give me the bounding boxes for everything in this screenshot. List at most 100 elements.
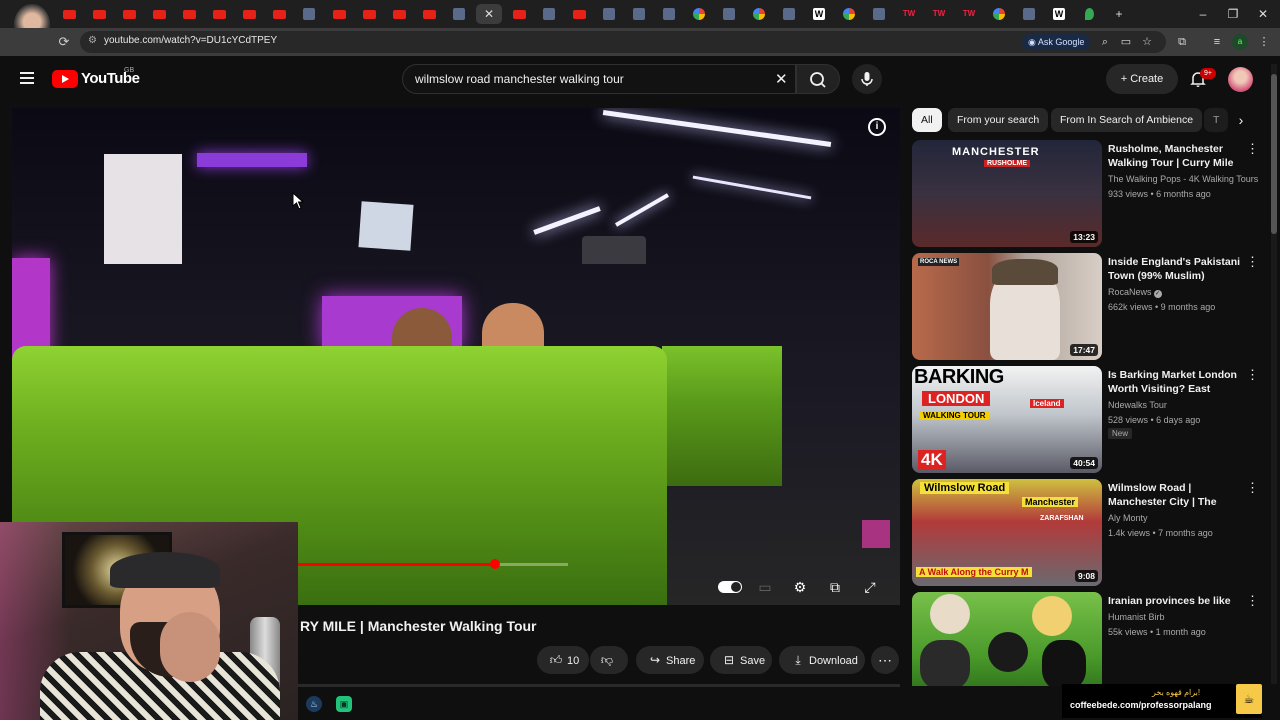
browser-tab[interactable]: [116, 4, 142, 24]
save-button[interactable]: ⊟ Save: [710, 646, 772, 674]
browser-tab[interactable]: TW: [896, 4, 922, 24]
browser-tab[interactable]: [326, 4, 352, 24]
more-vertical-icon[interactable]: ⋮: [1246, 368, 1259, 381]
reload-icon[interactable]: ⟳: [54, 32, 74, 52]
chip-all[interactable]: All: [912, 108, 942, 132]
create-button[interactable]: + Create: [1106, 64, 1178, 94]
recommendation-item[interactable]: Wilmslow Road Manchester ZARAFSHAN A Wal…: [912, 479, 1259, 587]
browser-tab[interactable]: [596, 4, 622, 24]
browser-tab[interactable]: [746, 4, 772, 24]
browser-tab[interactable]: [776, 4, 802, 24]
recommendation-title[interactable]: Is Barking Market London Worth Visiting?…: [1108, 368, 1242, 396]
video-thumbnail[interactable]: MANCHESTER RUSHOLME 13:23: [912, 140, 1102, 247]
recommendation-channel[interactable]: Humanist Birb: [1108, 612, 1258, 622]
account-avatar[interactable]: [1228, 67, 1253, 92]
settings-gear-icon[interactable]: ⚙: [788, 576, 812, 598]
fullscreen-icon[interactable]: ⤢: [858, 576, 882, 598]
voice-search-button[interactable]: [852, 64, 882, 94]
recommendation-title[interactable]: Iranian provinces be like: [1108, 594, 1242, 608]
dislike-button[interactable]: 👎︎: [590, 646, 628, 674]
browser-tab[interactable]: [176, 4, 202, 24]
browser-tab[interactable]: [56, 4, 82, 24]
search-button[interactable]: [796, 64, 840, 94]
autoplay-toggle[interactable]: [718, 581, 742, 593]
video-thumbnail[interactable]: Wilmslow Road Manchester ZARAFSHAN A Wal…: [912, 479, 1102, 586]
browser-tab[interactable]: [626, 4, 652, 24]
browser-tab[interactable]: [1016, 4, 1042, 24]
browser-tab[interactable]: [356, 4, 382, 24]
browser-tab[interactable]: [716, 4, 742, 24]
recommendation-item[interactable]: MANCHESTER RUSHOLME 13:23 Rusholme, Manc…: [912, 140, 1259, 248]
browser-tab[interactable]: [296, 4, 322, 24]
browser-tab[interactable]: [146, 4, 172, 24]
recommendation-title[interactable]: Wilmslow Road | Manchester City | The Cu…: [1108, 481, 1242, 509]
minimize-icon[interactable]: –: [1192, 4, 1214, 24]
browser-tab[interactable]: [986, 4, 1012, 24]
progress-bar[interactable]: [298, 559, 568, 569]
browser-tab[interactable]: [836, 4, 862, 24]
chevron-right-icon[interactable]: ›: [1232, 110, 1250, 130]
subtitles-icon[interactable]: ▭: [753, 576, 777, 598]
browser-tab[interactable]: [86, 4, 112, 24]
close-window-icon[interactable]: ✕: [1252, 4, 1274, 24]
browser-tab[interactable]: [566, 4, 592, 24]
share-button[interactable]: ↪ Share: [636, 646, 704, 674]
recommendation-title[interactable]: Inside England's Pakistani Town (99% Mus…: [1108, 255, 1242, 283]
profile-icon[interactable]: a: [1232, 34, 1248, 50]
recommendation-channel[interactable]: RocaNews ✓: [1108, 287, 1258, 298]
video-thumbnail[interactable]: [912, 592, 1102, 686]
browser-tab[interactable]: [206, 4, 232, 24]
video-thumbnail[interactable]: BARKING LONDON WALKING TOUR Iceland 4K 4…: [912, 366, 1102, 473]
browser-tab[interactable]: [656, 4, 682, 24]
browser-tab[interactable]: [236, 4, 262, 24]
more-actions-button[interactable]: ⋯: [871, 646, 899, 674]
more-vertical-icon[interactable]: ⋮: [1246, 594, 1258, 607]
browser-tab[interactable]: [266, 4, 292, 24]
restore-icon[interactable]: ❐: [1222, 4, 1244, 24]
recommendation-item[interactable]: BARKING LONDON WALKING TOUR Iceland 4K 4…: [912, 366, 1259, 474]
chip-from-your-search[interactable]: From your search: [948, 108, 1049, 132]
browser-tab[interactable]: [866, 4, 892, 24]
extensions-icon[interactable]: ⧉: [1174, 34, 1190, 50]
chip-from-channel[interactable]: From In Search of Ambience: [1051, 108, 1203, 132]
more-vertical-icon[interactable]: ⋮: [1246, 255, 1259, 268]
recommendation-channel[interactable]: Aly Monty: [1108, 513, 1258, 523]
like-button[interactable]: 👍︎ 10: [537, 646, 589, 674]
cast-icon[interactable]: ▭: [1118, 34, 1134, 50]
recommendation-channel[interactable]: Ndewalks Tour: [1108, 400, 1258, 410]
subscribe-watermark[interactable]: [862, 520, 890, 548]
browser-tab[interactable]: W: [1046, 4, 1072, 24]
browser-menu-icon[interactable]: ⋮: [1256, 34, 1272, 50]
browser-tab[interactable]: W: [806, 4, 832, 24]
browser-tab[interactable]: [386, 4, 412, 24]
youtube-logo-icon[interactable]: [52, 70, 78, 88]
new-tab-button[interactable]: +: [1108, 4, 1130, 24]
search-input[interactable]: wilmslow road manchester walking tour ✕: [402, 64, 796, 94]
browser-tab[interactable]: [446, 4, 472, 24]
guide-menu-button[interactable]: [16, 69, 38, 91]
scrollbar-thumb[interactable]: [1271, 74, 1277, 234]
more-vertical-icon[interactable]: ⋮: [1246, 142, 1259, 155]
steam-icon[interactable]: ♨: [306, 696, 322, 712]
browser-tab[interactable]: TW: [926, 4, 952, 24]
browser-tab[interactable]: ✕: [476, 4, 502, 24]
zoom-icon[interactable]: ⌕: [1097, 34, 1113, 50]
media-controls-icon[interactable]: ≡: [1209, 34, 1225, 50]
site-info-icon[interactable]: ⚙: [88, 35, 97, 46]
recommendation-item[interactable]: ROCA NEWS 17:47 Inside England's Pakista…: [912, 253, 1259, 361]
clear-search-icon[interactable]: ✕: [775, 70, 788, 88]
address-bar[interactable]: ⚙ youtube.com/watch?v=DU1cYCdTPEY: [80, 31, 1166, 53]
more-vertical-icon[interactable]: ⋮: [1246, 481, 1259, 494]
browser-tab[interactable]: [536, 4, 562, 24]
miniplayer-icon[interactable]: ⧉: [823, 576, 847, 598]
browser-tab[interactable]: [686, 4, 712, 24]
video-info-icon[interactable]: i: [868, 118, 886, 136]
recommendation-title[interactable]: Rusholme, Manchester Walking Tour | Curr…: [1108, 142, 1242, 170]
bot-app-icon[interactable]: ▣: [336, 696, 352, 712]
video-thumbnail[interactable]: ROCA NEWS 17:47: [912, 253, 1102, 360]
page-scrollbar[interactable]: [1271, 64, 1277, 684]
ask-google-button[interactable]: ◉ Ask Google: [1022, 34, 1091, 50]
recommendation-item[interactable]: Iranian provinces be like Humanist Birb …: [912, 592, 1258, 686]
bookmark-star-icon[interactable]: ☆: [1139, 34, 1155, 50]
browser-tab[interactable]: [506, 4, 532, 24]
